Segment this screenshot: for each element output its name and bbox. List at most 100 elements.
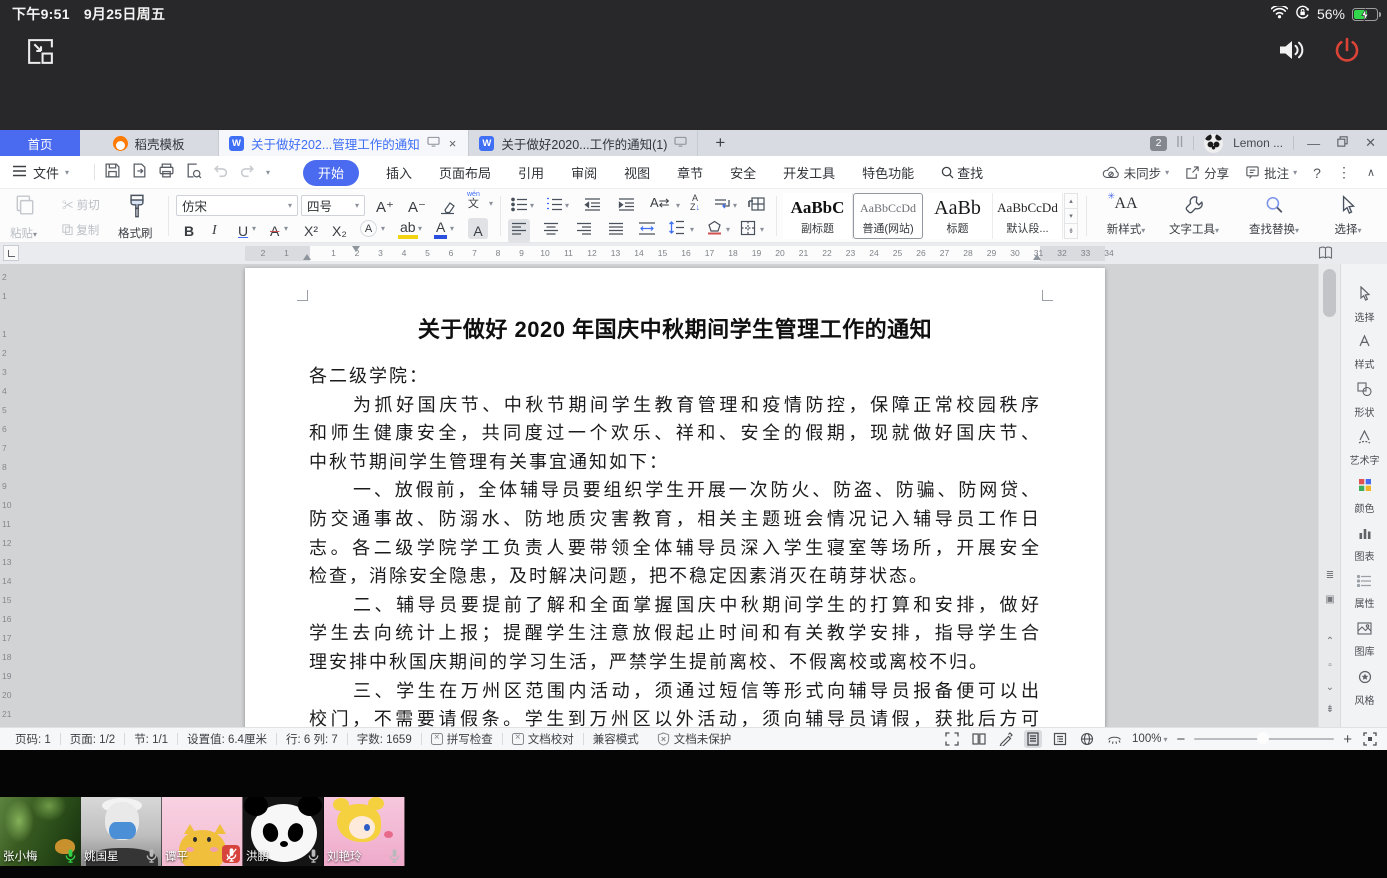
underline-button[interactable]: U xyxy=(236,218,250,239)
text-direction-button[interactable]: A⇄ xyxy=(650,195,670,211)
panel-item-形状[interactable]: 形状 xyxy=(1341,382,1387,419)
copy-button[interactable]: 复制 xyxy=(62,222,99,238)
share-button[interactable]: 分享 xyxy=(1185,163,1229,182)
tab-docer-templates[interactable]: 稻壳模板 xyxy=(80,130,218,156)
paste-button[interactable] xyxy=(14,194,36,221)
borders-button[interactable] xyxy=(740,220,756,241)
spell-check-toggle[interactable]: 拼写检查 xyxy=(422,731,502,747)
eye-protection-icon[interactable] xyxy=(1105,730,1123,748)
pinyin-guide-button[interactable]: wén 文 xyxy=(465,191,482,212)
account-name[interactable]: Lemon ... xyxy=(1233,136,1283,150)
align-center-button[interactable] xyxy=(543,222,559,240)
participant-姚国星[interactable]: 姚国星 xyxy=(81,797,162,866)
scroll-menu-icon[interactable]: ≣ xyxy=(1319,570,1341,581)
vertical-scrollbar[interactable]: ≣ ▣ ⌃ ▫ ⌄ ⇟ xyxy=(1318,264,1340,727)
panel-item-艺术字[interactable]: 艺术字 xyxy=(1341,430,1387,467)
scrollbar-thumb[interactable] xyxy=(1323,269,1336,317)
scroll-box-icon[interactable]: ▣ xyxy=(1319,594,1341,605)
power-button[interactable] xyxy=(1332,36,1362,71)
zoom-level[interactable]: 100%▾ xyxy=(1132,733,1167,745)
gallery-expand-icon[interactable]: ⇟ xyxy=(1065,224,1077,238)
format-painter-label[interactable]: 格式刷 xyxy=(118,225,153,241)
zoom-in-button[interactable]: + xyxy=(1343,731,1352,748)
outline-view-icon[interactable] xyxy=(1051,730,1069,748)
save-button[interactable] xyxy=(104,162,121,184)
panel-item-属性[interactable]: 属性 xyxy=(1341,574,1387,610)
increase-indent-button[interactable] xyxy=(618,197,635,217)
zoom-slider[interactable] xyxy=(1194,738,1334,740)
character-shading-button[interactable]: A xyxy=(468,218,488,239)
paragraph-marks-button[interactable] xyxy=(714,197,731,217)
format-painter-icon[interactable] xyxy=(125,193,149,224)
decrease-font-button[interactable]: A⁻ xyxy=(406,195,428,216)
sync-status[interactable]: 未同步▾ xyxy=(1102,163,1170,182)
collapse-ribbon-icon[interactable]: ∧ xyxy=(1367,166,1375,179)
increase-font-button[interactable]: A⁺ xyxy=(374,195,396,216)
fullscreen-view-icon[interactable] xyxy=(943,730,961,748)
speaker-icon[interactable] xyxy=(1278,39,1305,66)
sort-button[interactable]: AZ↓ xyxy=(690,194,700,212)
menu-item-视图[interactable]: 视图 xyxy=(624,163,650,182)
restore-window-icon[interactable] xyxy=(1333,135,1352,151)
ruler-book-icon[interactable] xyxy=(1318,246,1333,265)
help-button[interactable]: ? xyxy=(1313,165,1321,181)
print-preview-button[interactable] xyxy=(185,162,202,184)
zoom-slider-thumb[interactable] xyxy=(1257,732,1269,744)
previous-page-icon[interactable]: ⌃ xyxy=(1319,636,1341,647)
first-line-indent-marker[interactable] xyxy=(352,246,360,252)
find-replace-button[interactable]: 查找替换▾ xyxy=(1238,193,1310,239)
clear-format-icon[interactable] xyxy=(437,195,458,216)
text-effects-button[interactable]: A xyxy=(360,220,377,237)
document-protection-status[interactable]: 文档未保护 xyxy=(648,731,741,747)
tab-document-active[interactable]: W 关于做好202...管理工作的通知 × xyxy=(218,130,469,156)
style-默认段...[interactable]: AaBbCcDd默认段... xyxy=(993,193,1063,239)
participant-张小梅[interactable]: 张小梅 xyxy=(0,797,81,866)
menu-item-安全[interactable]: 安全 xyxy=(730,163,756,182)
browse-object-icon[interactable]: ▫ xyxy=(1319,660,1341,671)
gallery-scroll-down-icon[interactable]: ▾ xyxy=(1065,209,1077,224)
menu-item-开发工具[interactable]: 开发工具 xyxy=(783,163,835,182)
bullet-list-button[interactable] xyxy=(511,197,528,217)
shrink-screen-button[interactable] xyxy=(25,36,56,72)
export-button[interactable] xyxy=(131,162,148,184)
panel-item-样式[interactable]: 样式 xyxy=(1341,334,1387,371)
close-window-icon[interactable]: ✕ xyxy=(1362,135,1379,151)
distribute-button[interactable] xyxy=(638,222,656,240)
style-普通(网站)[interactable]: AaBbCcDd普通(网站) xyxy=(853,193,923,239)
quickbar-dropdown-icon[interactable]: ▾ xyxy=(266,168,270,177)
subscript-button[interactable]: X₂ xyxy=(330,218,349,239)
comment-button[interactable]: 批注▾ xyxy=(1245,163,1297,182)
more-menu-icon[interactable]: ⋮ xyxy=(1337,164,1351,181)
paste-label[interactable]: 粘贴▾ xyxy=(10,225,37,241)
minimize-window-icon[interactable]: — xyxy=(1304,136,1323,151)
font-size-select[interactable]: 四号▾ xyxy=(301,195,365,216)
superscript-button[interactable]: X² xyxy=(302,218,320,239)
undo-button[interactable] xyxy=(212,162,229,184)
panel-item-颜色[interactable]: 颜色 xyxy=(1341,478,1387,515)
participant-刘艳玲[interactable]: 刘艳玲 xyxy=(324,797,405,866)
page-down-icon[interactable]: ⇟ xyxy=(1319,704,1341,715)
menu-item-查找[interactable]: 查找 xyxy=(941,163,983,182)
gallery-scroll-up-icon[interactable]: ▴ xyxy=(1065,194,1077,209)
paragraph-shading-button[interactable] xyxy=(706,220,723,241)
font-color-button[interactable]: A xyxy=(434,218,447,239)
text-tool-button[interactable]: 文字工具▾ xyxy=(1158,193,1230,239)
numbered-list-button[interactable] xyxy=(546,197,563,217)
style-副标题[interactable]: AaBbC副标题 xyxy=(783,193,853,239)
decrease-indent-button[interactable] xyxy=(584,197,601,217)
align-right-button[interactable] xyxy=(576,222,592,240)
menu-item-特色功能[interactable]: 特色功能 xyxy=(862,163,914,182)
ink-pen-icon[interactable] xyxy=(997,730,1015,748)
zoom-out-button[interactable]: − xyxy=(1176,731,1185,748)
font-name-select[interactable]: 仿宋▾ xyxy=(176,195,298,216)
panel-item-图表[interactable]: 图表 xyxy=(1341,526,1387,563)
right-indent-marker[interactable] xyxy=(1033,254,1041,260)
file-menu[interactable]: 文件 ▾ xyxy=(12,156,69,189)
next-page-icon[interactable]: ⌄ xyxy=(1319,682,1341,693)
panel-item-风格[interactable]: 风格 xyxy=(1341,670,1387,707)
highlight-color-button[interactable]: ab xyxy=(398,218,418,239)
new-style-button[interactable]: AA✳ 新样式▾ xyxy=(1090,193,1162,239)
menu-item-审阅[interactable]: 审阅 xyxy=(571,163,597,182)
book-view-icon[interactable] xyxy=(970,730,988,748)
menu-item-插入[interactable]: 插入 xyxy=(386,163,412,182)
